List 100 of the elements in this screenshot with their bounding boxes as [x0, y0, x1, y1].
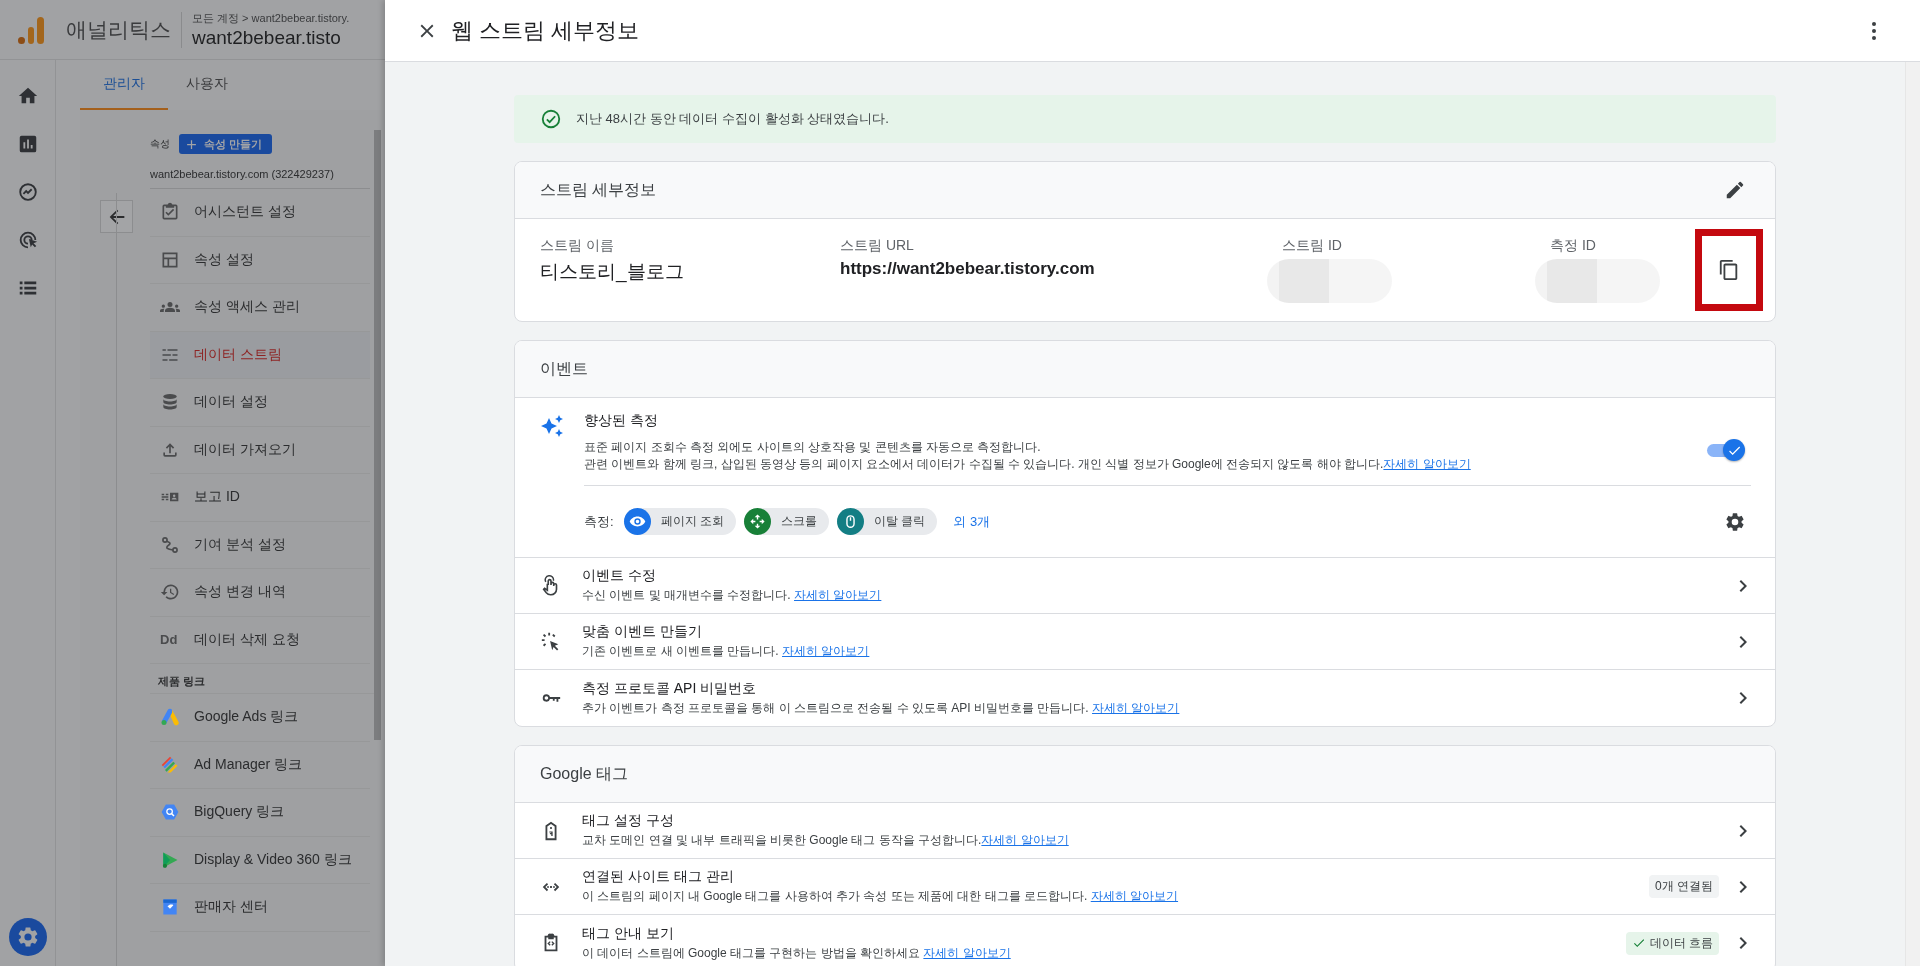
description: 이 데이터 스트림에 Google 태그를 구현하는 방법을 확인하세요 자세히 알아보기 [582, 944, 1012, 962]
menu-item-label: 데이터 삭제 요청 [194, 630, 300, 649]
menu-item-label: BigQuery 링크 [194, 803, 285, 822]
row-title: 태그 안내 보기 [582, 924, 675, 943]
breadcrumb-link[interactable]: 모든 계정 > want2bebear.tistory. [192, 10, 350, 26]
banner-text: 지난 48시간 동안 데이터 수집이 활성화 상태였습니다. [576, 110, 889, 128]
field-value: 티스토리_블로그 [540, 260, 685, 285]
shopping-bag-logo-icon [160, 897, 180, 918]
menu-item[interactable]: 기여 분석 설정 [150, 521, 370, 569]
status-badge: 데이터 흐름 [1625, 931, 1719, 955]
menu-item-label: 보고 ID [194, 488, 240, 507]
menu-item-label: 속성 액세스 관리 [194, 298, 300, 317]
check-icon [1631, 936, 1646, 950]
learn-more-link[interactable]: 자세히 알아보기 [794, 588, 882, 602]
toggle-switch[interactable] [1705, 438, 1745, 462]
menu-item[interactable]: Ad Manager 링크 [150, 741, 370, 789]
menu-item-label: 데이터 가져오기 [194, 440, 296, 459]
settings-icon [1724, 510, 1746, 533]
menu-item[interactable]: Display & Video 360 링크 [150, 836, 370, 884]
menu-item-label: 기여 분석 설정 [194, 535, 286, 554]
more-vert-icon [1872, 21, 1876, 40]
menu-item[interactable]: Google Ads 링크 [150, 694, 370, 742]
tab[interactable]: 사용자 [168, 60, 246, 110]
path-icon [160, 534, 180, 555]
menu-item[interactable]: Dd 데이터 삭제 요청 [150, 616, 370, 664]
learn-more-link[interactable]: 자세히 알아보기 [1383, 457, 1471, 471]
text-icon: Dd [160, 632, 180, 648]
menu-item[interactable]: 속성 액세스 관리 [150, 284, 370, 332]
menu-item[interactable]: 보고 ID [150, 474, 370, 522]
triangle-logo-icon [160, 707, 180, 728]
more-link[interactable]: 외 3개 [953, 512, 991, 531]
row-title: 이벤트 수정 [582, 567, 657, 585]
learn-more-link[interactable]: 자세히 알아보기 [923, 945, 1011, 960]
row-title: 향상된 측정 [584, 412, 659, 430]
learn-more-link[interactable]: 자세히 알아보기 [1090, 889, 1179, 903]
learn-more-link[interactable]: 자세히 알아보기 [782, 644, 870, 658]
menu-item[interactable]: 속성 설정 [150, 236, 370, 284]
property-name: want2bebear.tistory.com (322429237) [150, 168, 370, 189]
measurement-label: 측정: [584, 512, 614, 531]
copy-icon [1718, 259, 1740, 281]
scrollbar-track[interactable] [1905, 62, 1920, 966]
row-title: 연결된 사이트 태그 관리 [582, 868, 735, 886]
property-label: 속성 [150, 137, 170, 151]
row-title: 측정 프로토콜 API 비밀번호 [582, 679, 758, 698]
menu-item-label: 데이터 설정 [194, 393, 268, 412]
settings-row[interactable]: 측정 프로토콜 API 비밀번호 추가 이벤트가 측정 프로토콜을 통해 이 스트림으로 전송될 수 있도록 API 비밀번호를 만듭니다. 자세히 알아보기 [515, 670, 1775, 726]
description: 교차 도메인 연결 및 내부 트래픽을 비롯한 Google 태그 동작을 구성합니다.자세히 알아보기 [582, 832, 1070, 849]
row-title: 태그 설정 구성 [582, 812, 675, 830]
move-arrows-icon [748, 513, 766, 530]
settings-row[interactable]: 태그 안내 보기 이 데이터 스트림에 Google 태그를 구현하는 방법을 확인하세요 자세히 알아보기 데이터 흐름 [515, 915, 1775, 966]
menu-item[interactable]: 속성 변경 내역 [150, 569, 370, 617]
menu-item[interactable]: BigQuery 링크 [150, 789, 370, 837]
settings-row[interactable]: 맞춤 이벤트 만들기 기존 이벤트로 새 이벤트를 만듭니다. 자세히 알아보기 [515, 614, 1775, 670]
menu-item[interactable]: 판매자 센터 [150, 884, 370, 932]
card-title: 이벤트 [540, 358, 588, 379]
check-circle-icon [540, 108, 562, 130]
app-name: 애널리틱스 [66, 16, 171, 43]
description: 관련 이벤트와 함께 링크, 삽입된 동영상 등의 페이지 요소에서 데이터가 수집될 수 있습니다. 개인 식별 정보가 Google에 전송되지 않도록 해야 합니다.자세히 알아보기 [584, 456, 1472, 473]
field-label: 측정 ID [1550, 237, 1596, 255]
menu-item[interactable]: 어시스턴트 설정 [150, 189, 370, 237]
row-title: 맞춤 이벤트 만들기 [582, 623, 703, 641]
description: 추가 이벤트가 측정 프로토콜을 통해 이 스트림으로 전송될 수 있도록 API 비밀번호를 만듭니다. 자세히 알아보기 [582, 699, 1181, 717]
card-title: Google 태그 [540, 763, 629, 784]
property-selector[interactable]: want2bebear.tisto [192, 26, 341, 49]
field-label: 스트림 URL [840, 237, 914, 255]
description: 이 스트림의 페이지 내 Google 태그를 사용하여 추가 속성 또는 제품에 대한 태그를 로드합니다. 자세히 알아보기 [582, 888, 1180, 905]
create-property-button[interactable]: 속성 만들기 [179, 134, 273, 154]
stripes-logo-icon [160, 754, 180, 775]
scrollbar-thumb[interactable] [374, 130, 381, 740]
analytics-logo-icon [18, 15, 44, 44]
settings-row[interactable]: 이벤트 수정 수신 이벤트 및 매개변수를 수정합니다. 자세히 알아보기 [515, 558, 1775, 614]
menu-item[interactable]: 데이터 설정 [150, 379, 370, 427]
field-label: 스트림 ID [1282, 237, 1342, 255]
menu-item[interactable]: 데이터 가져오기 [150, 426, 370, 474]
field-label: 스트림 이름 [540, 237, 614, 255]
menu-item-label: Display & Video 360 링크 [194, 850, 352, 869]
pencil-icon [1724, 179, 1746, 201]
settings-row[interactable]: 연결된 사이트 태그 관리 이 스트림의 페이지 내 Google 태그를 사용하여 추가 속성 또는 제품에 대한 태그를 로드합니다. 자세히 알아보기 0개 연결됨 [515, 859, 1775, 915]
settings-row[interactable]: 태그 설정 구성 교차 도메인 연결 및 내부 트래픽을 비롯한 Google 태그 동작을 구성합니다.자세히 알아보기 [515, 803, 1775, 859]
card-title: 스트림 세부정보 [540, 179, 657, 200]
menu-item[interactable]: 데이터 스트림 [150, 331, 370, 379]
count-badge: 0개 연결됨 [1649, 875, 1719, 898]
measurement-chip: 페이지 조회 [623, 508, 736, 535]
hexagon-logo-icon [160, 802, 180, 823]
learn-more-link[interactable]: 자세히 알아보기 [1092, 700, 1180, 715]
menu-item-label: Ad Manager 링크 [194, 755, 303, 774]
back-button[interactable] [100, 200, 133, 233]
menu-item-label: 속성 변경 내역 [194, 583, 286, 602]
measurement-chip: 스크롤 [743, 508, 829, 535]
field-value: https://want2bebear.tistory.com [840, 259, 1096, 279]
description: 수신 이벤트 및 매개변수를 수정합니다. 자세히 알아보기 [582, 587, 883, 604]
menu-item-label: 판매자 센터 [194, 898, 268, 917]
description: 기존 이벤트로 새 이벤트를 만듭니다. 자세히 알아보기 [582, 643, 871, 660]
trend-circle-icon [16, 181, 39, 203]
learn-more-link[interactable]: 자세히 알아보기 [981, 833, 1069, 847]
menu-item-label: 어시스턴트 설정 [194, 203, 296, 222]
menu-item-label: 데이터 스트림 [194, 345, 282, 364]
description: 표준 페이지 조회수 측정 외에도 사이트의 상호작용 및 콘텐츠를 자동으로 측정합니다. [584, 439, 1042, 456]
menu-item-label: 속성 설정 [194, 250, 254, 269]
measurement-chip: 이탈 클릭 [836, 508, 938, 535]
